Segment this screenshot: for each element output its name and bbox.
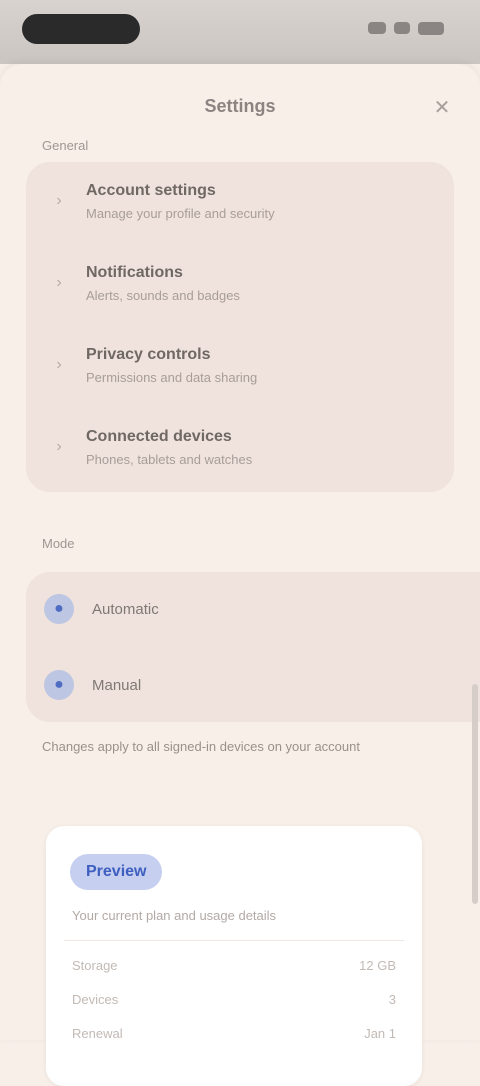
card-line-storage: Storage 12 GB xyxy=(72,958,396,978)
radio-selected-icon: ● xyxy=(44,594,74,624)
option-title: Privacy controls xyxy=(86,346,211,363)
option-subtitle: Permissions and data sharing xyxy=(86,370,258,385)
card-line-value: Jan 1 xyxy=(364,1026,396,1041)
mode-option-manual[interactable]: ● Manual xyxy=(26,648,480,724)
page-title: Settings xyxy=(204,96,276,116)
section-label-general: General xyxy=(42,138,89,153)
option-subtitle: Alerts, sounds and badges xyxy=(86,288,240,303)
mode-option-label: Automatic xyxy=(92,601,159,618)
mode-note: Changes apply to all signed-in devices o… xyxy=(42,739,360,754)
chevron-right-icon: › xyxy=(56,274,62,291)
plan-card[interactable]: Preview Your current plan and usage deta… xyxy=(46,826,422,1086)
option-row-account[interactable]: › Account settings Manage your profile a… xyxy=(26,162,454,242)
card-divider xyxy=(64,940,404,941)
card-line-key: Devices xyxy=(72,992,119,1007)
signal-icon xyxy=(368,22,386,34)
dynamic-island xyxy=(22,14,140,44)
option-row-devices[interactable]: › Connected devices Phones, tablets and … xyxy=(26,408,454,488)
option-subtitle: Phones, tablets and watches xyxy=(86,452,253,467)
wifi-icon xyxy=(394,22,410,34)
card-description: Your current plan and usage details xyxy=(72,908,277,923)
option-title: Notifications xyxy=(86,264,183,281)
options-group: › Account settings Manage your profile a… xyxy=(26,162,454,492)
option-row-privacy[interactable]: › Privacy controls Permissions and data … xyxy=(26,326,454,406)
card-line-value: 12 GB xyxy=(359,958,396,973)
status-icons xyxy=(358,18,444,38)
status-bar xyxy=(0,0,480,64)
option-title: Connected devices xyxy=(86,428,232,445)
card-line-key: Storage xyxy=(72,958,118,973)
close-icon[interactable]: ✕ xyxy=(428,94,456,122)
radio-icon: ● xyxy=(44,670,74,700)
chevron-right-icon: › xyxy=(56,438,62,455)
mode-option-label: Manual xyxy=(92,677,142,694)
chevron-right-icon: › xyxy=(56,356,62,373)
sheet-header: Settings ✕ xyxy=(0,88,480,128)
card-line-renewal: Renewal Jan 1 xyxy=(72,1026,396,1046)
mode-option-automatic[interactable]: ● Automatic xyxy=(26,572,480,648)
option-title: Account settings xyxy=(86,182,216,199)
mode-group: ● Automatic ● Manual xyxy=(26,572,480,722)
battery-icon xyxy=(418,21,444,35)
card-line-key: Renewal xyxy=(72,1026,123,1041)
card-line-devices: Devices 3 xyxy=(72,992,396,1012)
settings-sheet: Settings ✕ General › Account settings Ma… xyxy=(0,64,480,1086)
scrollbar[interactable] xyxy=(472,684,478,904)
section-label-mode: Mode xyxy=(42,536,75,551)
option-subtitle: Manage your profile and security xyxy=(86,206,275,221)
preview-badge: Preview xyxy=(70,854,163,890)
card-line-value: 3 xyxy=(388,992,396,1007)
option-row-notifications[interactable]: › Notifications Alerts, sounds and badge… xyxy=(26,244,454,324)
chevron-right-icon: › xyxy=(56,192,62,209)
